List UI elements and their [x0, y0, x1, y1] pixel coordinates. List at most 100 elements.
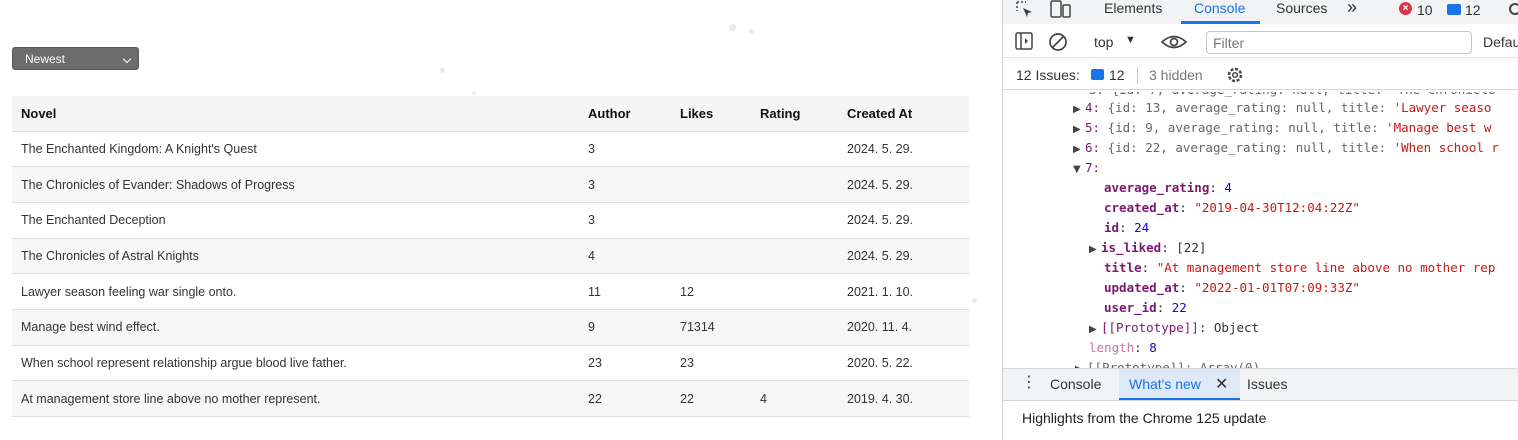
expand-triangle-icon[interactable]: ▶	[1089, 240, 1101, 260]
created-at-cell: 2024. 5. 29.	[838, 166, 969, 203]
issues-settings-gear-icon[interactable]	[1225, 65, 1245, 89]
likes-cell	[671, 131, 751, 168]
devtools-panel: Elements Console Sources » × 10 12 top ▼…	[1002, 0, 1518, 440]
table-row[interactable]: The Enchanted Deception 3 2024. 5. 29.	[12, 202, 969, 239]
likes-cell	[671, 238, 751, 275]
rating-cell	[751, 345, 838, 382]
issues-bar: 12 Issues: 12 3 hidden	[1003, 60, 1518, 90]
console-filter-input[interactable]	[1206, 31, 1472, 54]
novel-title-cell[interactable]: The Enchanted Deception	[12, 202, 579, 239]
column-header-novel[interactable]: Novel	[12, 96, 579, 132]
drawer-tab-console[interactable]: Console	[1050, 376, 1101, 392]
table-row[interactable]: Manage best wind effect. 9 71314 2020. 1…	[12, 309, 969, 346]
likes-cell: 71314	[671, 309, 751, 346]
background-dot	[729, 24, 736, 31]
author-cell: 3	[579, 131, 671, 168]
novel-title-cell[interactable]: When school represent relationship argue…	[12, 345, 579, 382]
table-row[interactable]: The Chronicles of Evander: Shadows of Pr…	[12, 166, 969, 203]
devtools-tab-strip: Elements Console Sources » × 10 12	[1003, 0, 1518, 24]
created-at-cell: 2024. 5. 29.	[838, 131, 969, 168]
rating-cell	[751, 166, 838, 203]
context-selector[interactable]: top	[1094, 34, 1113, 50]
created-at-cell: 2019. 4. 30.	[838, 380, 969, 417]
issues-label: 12 Issues:	[1016, 67, 1080, 83]
table-header-row: Novel Author Likes Rating Created At	[12, 96, 969, 132]
console-property[interactable]: ▶ [[Prototype]]: Object	[1089, 318, 1259, 340]
hidden-issues-label: 3 hidden	[1149, 67, 1203, 83]
novel-title-cell[interactable]: The Enchanted Kingdom: A Knight's Quest	[12, 131, 579, 168]
console-output: 3: {id: 7, average_rating: null, title: …	[1003, 92, 1518, 368]
console-line-partial[interactable]: ▶[[Prototype]]: Array(0)	[1075, 358, 1260, 368]
more-tabs-button[interactable]: »	[1347, 0, 1357, 18]
likes-cell: 12	[671, 273, 751, 310]
rating-cell	[751, 273, 838, 310]
log-levels-dropdown[interactable]: Defau	[1483, 34, 1518, 50]
issues-count[interactable]: 12	[1109, 67, 1125, 83]
collapse-triangle-icon[interactable]: ▼	[1073, 160, 1085, 180]
issues-divider	[1137, 67, 1138, 84]
background-dot	[972, 298, 977, 303]
tab-elements[interactable]: Elements	[1104, 0, 1162, 16]
console-array-entry[interactable]: ▶ 4: {id: 13, average_rating: null, title…	[1073, 98, 1491, 120]
drawer-tab-whats-new[interactable]: What's new ✕	[1119, 369, 1240, 401]
likes-cell: 23	[671, 345, 751, 382]
novel-title-cell[interactable]: At management store line above no mother…	[12, 380, 579, 417]
novel-title-cell[interactable]: Manage best wind effect.	[12, 309, 579, 346]
live-expression-eye-icon[interactable]	[1160, 32, 1188, 56]
message-icon[interactable]	[1447, 4, 1461, 15]
console-property: id: 24	[1104, 220, 1150, 235]
sort-select[interactable]: Newest	[12, 47, 139, 70]
active-tab-indicator	[1181, 21, 1260, 24]
issues-message-icon[interactable]	[1091, 69, 1104, 80]
background-dot	[749, 29, 754, 34]
column-header-likes[interactable]: Likes	[671, 96, 751, 132]
tab-sources[interactable]: Sources	[1276, 0, 1327, 16]
console-array-entry[interactable]: ▶ 5: {id: 9, average_rating: null, title:…	[1073, 118, 1491, 140]
table-row[interactable]: When school represent relationship argue…	[12, 345, 969, 382]
column-header-rating[interactable]: Rating	[751, 96, 838, 132]
inspect-element-icon[interactable]	[1015, 0, 1035, 24]
author-cell: 3	[579, 166, 671, 203]
close-icon[interactable]: ✕	[1215, 374, 1228, 394]
drawer-tab-issues[interactable]: Issues	[1247, 376, 1287, 392]
expand-triangle-icon[interactable]: ▶	[1073, 100, 1085, 120]
expand-triangle-icon[interactable]: ▶	[1089, 320, 1101, 340]
author-cell: 4	[579, 238, 671, 275]
likes-cell: 22	[671, 380, 751, 417]
drawer-tab-strip: ⋮ Console What's new ✕ Issues	[1003, 368, 1518, 401]
console-property[interactable]: ▶ is_liked: [22]	[1089, 238, 1206, 260]
context-dropdown-icon[interactable]: ▼	[1125, 34, 1136, 46]
rating-cell	[751, 238, 838, 275]
message-count[interactable]: 12	[1465, 2, 1481, 18]
novel-title-cell[interactable]: Lawyer season feeling war single onto.	[12, 273, 579, 310]
created-at-cell: 2024. 5. 29.	[838, 238, 969, 275]
console-array-entry[interactable]: ▶ 6: {id: 22, average_rating: null, title…	[1073, 138, 1499, 160]
settings-gear-icon[interactable]	[1507, 0, 1518, 22]
tab-console[interactable]: Console	[1194, 0, 1245, 16]
error-count[interactable]: 10	[1417, 2, 1433, 18]
console-property: length: 8	[1089, 340, 1157, 355]
background-dot	[472, 91, 476, 95]
clear-console-icon[interactable]	[1048, 32, 1068, 56]
novel-title-cell[interactable]: The Chronicles of Astral Knights	[12, 238, 579, 275]
likes-cell	[671, 166, 751, 203]
background-dot	[440, 68, 445, 73]
column-header-author[interactable]: Author	[579, 96, 671, 132]
table-row[interactable]: At management store line above no mother…	[12, 380, 969, 417]
column-header-created-at[interactable]: Created At	[838, 96, 969, 132]
expand-triangle-icon[interactable]: ▶	[1073, 140, 1085, 160]
rating-cell: 4	[751, 380, 838, 417]
expand-triangle-icon[interactable]: ▶	[1073, 120, 1085, 140]
table-row[interactable]: The Enchanted Kingdom: A Knight's Quest …	[12, 131, 969, 168]
rating-cell	[751, 131, 838, 168]
sidebar-toggle-icon[interactable]	[1015, 32, 1033, 54]
novel-title-cell[interactable]: The Chronicles of Evander: Shadows of Pr…	[12, 166, 579, 203]
device-toolbar-icon[interactable]	[1049, 0, 1073, 24]
author-cell: 23	[579, 345, 671, 382]
table-row[interactable]: Lawyer season feeling war single onto. 1…	[12, 273, 969, 310]
error-icon[interactable]: ×	[1399, 2, 1412, 15]
drawer-menu-icon[interactable]: ⋮	[1021, 375, 1037, 391]
console-array-entry-expanded[interactable]: ▼ 7:	[1073, 158, 1100, 180]
table-row[interactable]: The Chronicles of Astral Knights 4 2024.…	[12, 238, 969, 275]
whats-new-headline: Highlights from the Chrome 125 update	[1022, 410, 1267, 426]
